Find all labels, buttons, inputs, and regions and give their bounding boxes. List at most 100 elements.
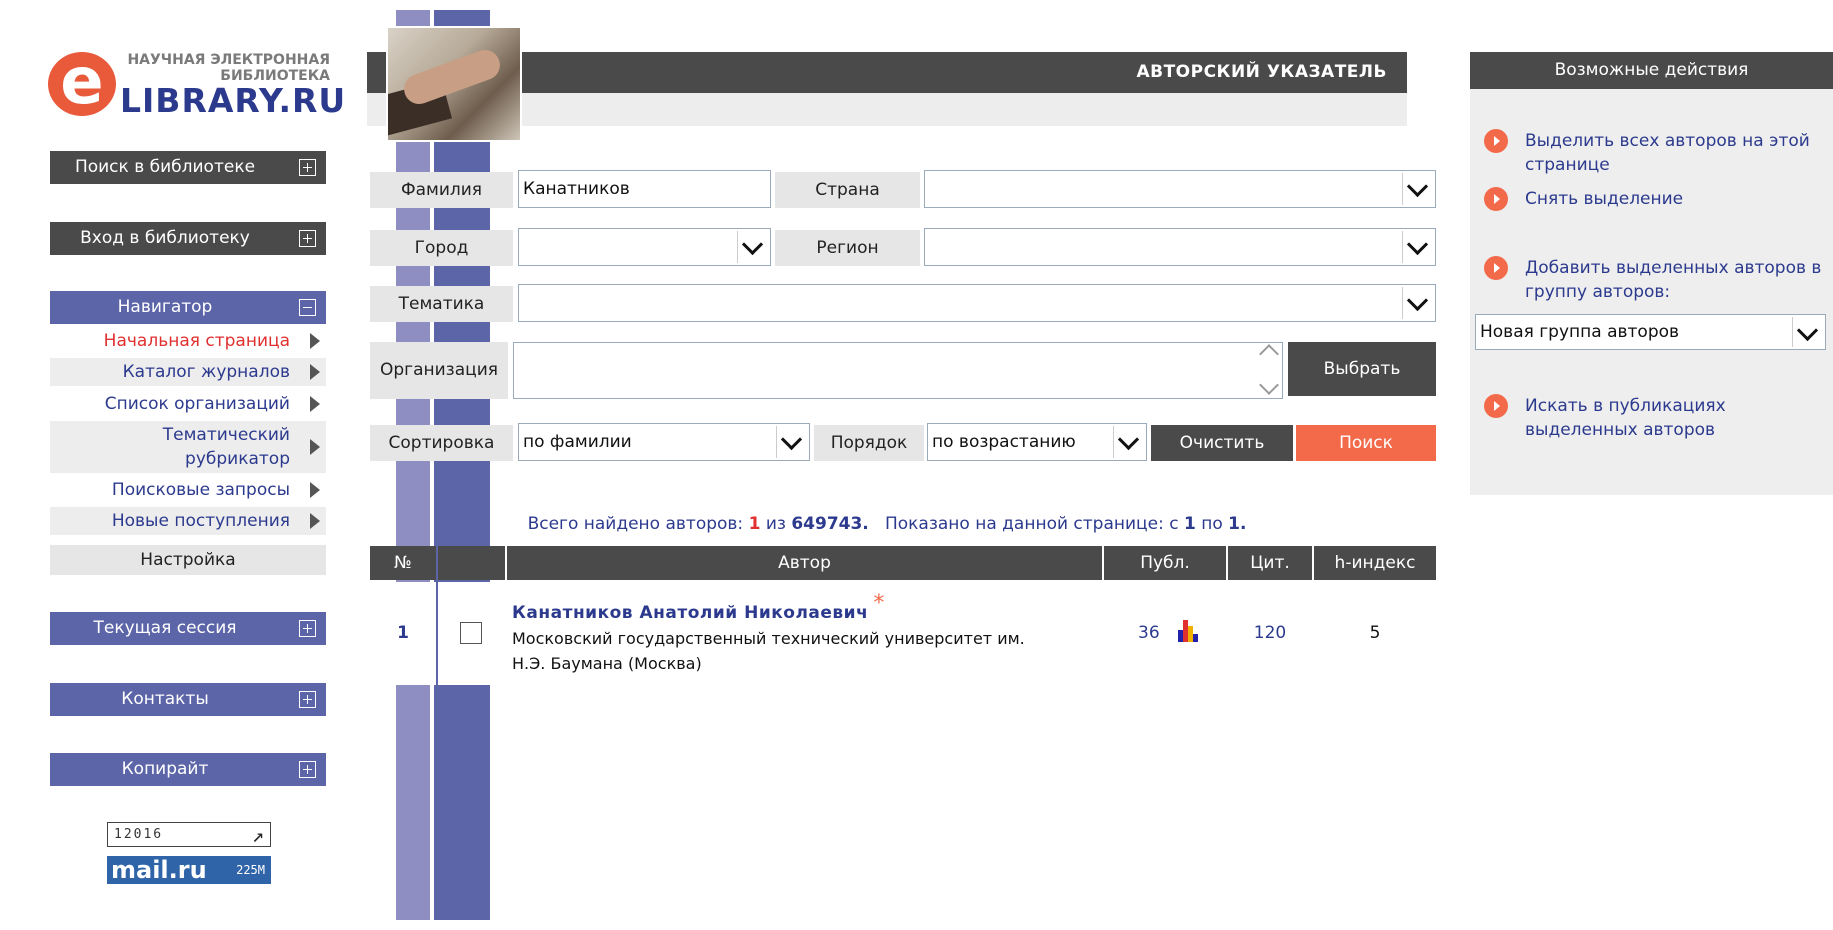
play-circle-icon (1484, 394, 1508, 418)
shown-from: 1 (1183, 514, 1196, 534)
arrow-right-icon (310, 396, 320, 412)
scroll-down-icon[interactable] (1259, 375, 1279, 395)
collapse-minus-icon[interactable] (299, 299, 316, 316)
search-publications-action[interactable]: Искать в публикациях выделенных авторов (1484, 394, 1824, 442)
sidebar-item-label-line1: Тематический (162, 425, 290, 445)
header-photo (386, 26, 522, 142)
sidebar-session-label: Текущая сессия (93, 618, 237, 638)
chevron-down-icon[interactable] (1402, 231, 1433, 263)
row-checkbox[interactable] (460, 622, 482, 644)
sidebar-session-section[interactable]: Текущая сессия (50, 612, 326, 645)
surname-input[interactable]: Канатников (518, 170, 771, 208)
add-group-line2: группу авторов: (1525, 282, 1671, 302)
sidebar-copyright-label: Копирайт (121, 759, 209, 779)
select-all-action[interactable]: Выделить всех авторов на этой странице (1484, 129, 1824, 177)
arrow-right-icon (310, 364, 320, 380)
page-title: АВТОРСКИЙ УКАЗАТЕЛЬ (367, 52, 1407, 93)
col-citations[interactable]: Цит. (1228, 546, 1312, 580)
counter-value: 12016 (114, 827, 164, 842)
organization-textarea[interactable] (513, 342, 1283, 399)
order-select[interactable]: по возрастанию (927, 423, 1147, 461)
sidebar-item-home[interactable]: Начальная страница (50, 327, 326, 355)
chevron-down-icon[interactable] (737, 231, 768, 263)
add-group-line1: Добавить выделенных авторов в (1525, 258, 1822, 278)
sidebar-contacts-label: Контакты (121, 689, 209, 709)
deselect-action[interactable]: Снять выделение (1484, 187, 1824, 211)
author-link[interactable]: Канатников Анатолий Николаевич (512, 603, 868, 623)
sidebar-item-label: Начальная страница (103, 331, 290, 351)
publications-link[interactable]: 36 (1138, 582, 1160, 685)
city-select[interactable] (518, 228, 771, 266)
search-publications-text: Искать в публикациях выделенных авторов (1525, 394, 1726, 442)
sort-select[interactable]: по фамилии (518, 423, 810, 461)
sidebar-item-rubricator[interactable]: Тематический рубрикатор (50, 421, 326, 473)
sidebar-item-queries[interactable]: Поисковые запросы (50, 476, 326, 504)
sidebar-search-section[interactable]: Поиск в библиотеке (50, 151, 326, 184)
shown-prefix: Показано на данной странице: с (884, 514, 1179, 534)
sidebar-contacts-section[interactable]: Контакты (50, 683, 326, 716)
sidebar-item-new-arrivals[interactable]: Новые поступления (50, 507, 326, 535)
author-group-value: Новая группа авторов (1480, 322, 1680, 342)
chevron-down-icon[interactable] (1792, 317, 1823, 347)
col-author[interactable]: Автор (507, 546, 1102, 580)
expand-plus-icon[interactable] (299, 691, 316, 708)
chevron-down-icon[interactable] (1402, 287, 1433, 319)
elibrary-logo[interactable]: e НАУЧНАЯ ЭЛЕКТРОННАЯ БИБЛИОТЕКА LIBRARY… (46, 48, 345, 120)
sort-value: по фамилии (523, 432, 632, 452)
topic-select[interactable] (518, 284, 1436, 322)
add-to-group-action[interactable]: Добавить выделенных авторов в группу авт… (1484, 256, 1824, 304)
sidebar-copyright-section[interactable]: Копирайт (50, 753, 326, 786)
col-h-index[interactable]: h-индекс (1314, 546, 1436, 580)
surname-label: Фамилия (370, 172, 513, 208)
sidebar-item-label: Каталог журналов (122, 362, 290, 382)
decorative-stripe-left (396, 10, 430, 920)
logo-letter: e (48, 50, 116, 116)
topic-label: Тематика (370, 286, 513, 322)
author-group-select[interactable]: Новая группа авторов (1475, 314, 1826, 350)
sidebar-search-label: Поиск в библиотеке (74, 157, 256, 177)
expand-plus-icon[interactable] (299, 230, 316, 247)
choose-organization-button[interactable]: Выбрать (1288, 342, 1436, 396)
expand-plus-icon[interactable] (299, 761, 316, 778)
clear-button[interactable]: Очистить (1151, 425, 1293, 461)
chevron-down-icon[interactable] (1402, 173, 1433, 205)
expand-plus-icon[interactable] (299, 620, 316, 637)
region-select[interactable] (924, 228, 1436, 266)
actions-panel-title: Возможные действия (1470, 52, 1833, 89)
select-all-line1: Выделить всех авторов на этой (1525, 131, 1810, 151)
chevron-down-icon[interactable] (1113, 426, 1144, 458)
deselect-text: Снять выделение (1525, 189, 1684, 209)
arrow-right-icon (310, 333, 320, 349)
bar-chart-icon[interactable] (1178, 620, 1202, 642)
search-pubs-line2: выделенных авторов (1525, 420, 1716, 440)
country-select[interactable] (924, 170, 1436, 208)
expand-plus-icon[interactable] (299, 159, 316, 176)
sidebar-navigator-label: Навигатор (117, 297, 213, 317)
organization-label: Организация (370, 342, 508, 399)
citations-link[interactable]: 120 (1254, 623, 1286, 643)
sidebar-item-organizations[interactable]: Список организаций (50, 390, 326, 418)
shown-to: 1. (1228, 514, 1247, 534)
select-all-text: Выделить всех авторов на этой странице (1525, 129, 1810, 177)
author-line: Канатников Анатолий Николаевич * (512, 591, 1102, 626)
search-button[interactable]: Поиск (1296, 425, 1436, 461)
liveinternet-counter[interactable]: 12016 ↗ (107, 822, 271, 847)
author-asterisk: * (873, 591, 885, 616)
mailru-counter[interactable]: mail.ru 225M (107, 856, 271, 884)
sidebar-navigator-section[interactable]: Навигатор (50, 291, 326, 324)
sidebar-login-section[interactable]: Вход в библиотеку (50, 222, 326, 255)
mailru-logo: mail.ru (111, 856, 207, 884)
row-checkbox-cell (438, 582, 505, 685)
scroll-up-icon[interactable] (1259, 344, 1279, 364)
col-publications[interactable]: Публ. (1104, 546, 1226, 580)
author-affiliation-line2: Н.Э. Баумана (Москва) (512, 654, 702, 673)
author-affiliation-line1: Московский государственный технический у… (512, 629, 1025, 648)
arrow-up-right-icon: ↗ (251, 823, 264, 847)
sidebar-item-journals[interactable]: Каталог журналов (50, 358, 326, 386)
chevron-down-icon[interactable] (776, 426, 807, 458)
search-pubs-line1: Искать в публикациях (1525, 396, 1726, 416)
found-count: 1 (748, 514, 761, 534)
sidebar-item-settings[interactable]: Настройка (50, 545, 326, 575)
row-publications-cell: 36 (1104, 582, 1226, 685)
select-all-line2: странице (1525, 155, 1610, 175)
